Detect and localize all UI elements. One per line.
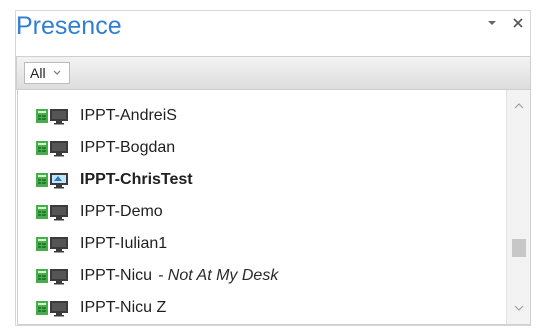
list-item[interactable]: IPPT-AndreiS <box>18 100 506 132</box>
list-item[interactable]: IPPT-Demo <box>18 196 506 228</box>
list-item[interactable]: IPPT-Nicu - Not At My Desk <box>18 260 506 292</box>
list-item-name: IPPT-Nicu Z <box>80 299 167 316</box>
list-item-name: IPPT-Demo <box>80 203 163 220</box>
phone-computer-icon <box>36 107 70 125</box>
phone-computer-icon <box>36 235 70 253</box>
close-icon[interactable] <box>510 15 526 31</box>
phone-computer-icon <box>36 267 70 285</box>
scroll-down-arrow[interactable] <box>507 298 531 318</box>
phone-computer-icon <box>36 203 70 221</box>
presence-list: IPPT-AndreiS IPPT-Bogdan IPPT-ChrisTest IPP… <box>17 90 531 325</box>
list-item[interactable]: IPPT-Bogdan <box>18 132 506 164</box>
chevron-down-icon <box>52 68 62 78</box>
filter-selected-label: All <box>30 65 46 81</box>
list-item-name: IPPT-Nicu <box>80 267 153 284</box>
vertical-scrollbar[interactable] <box>506 90 530 324</box>
phone-computer-ca-icon <box>36 171 70 189</box>
phone-computer-icon <box>36 299 70 317</box>
scrollbar-thumb[interactable] <box>512 239 526 257</box>
list-item-name: IPPT-AndreiS <box>80 107 177 124</box>
presence-list-items: IPPT-AndreiS IPPT-Bogdan IPPT-ChrisTest IPP… <box>18 90 506 324</box>
phone-computer-icon <box>36 139 70 157</box>
list-item[interactable]: IPPT-ChrisTest <box>18 164 506 196</box>
panel-menu-dropdown-icon[interactable] <box>484 15 500 31</box>
filter-dropdown[interactable]: All <box>24 62 70 84</box>
list-item-name: IPPT-Bogdan <box>80 139 176 156</box>
panel-controls <box>484 15 526 31</box>
list-item[interactable]: IPPT-Nicu Z <box>18 292 506 324</box>
list-item-name: IPPT-Iulian1 <box>80 235 168 252</box>
list-item[interactable]: IPPT-Iulian1 <box>18 228 506 260</box>
filter-bar: All <box>16 56 531 90</box>
list-item-name: IPPT-ChrisTest <box>80 171 193 188</box>
scroll-up-arrow[interactable] <box>507 96 531 116</box>
panel-title: Presence <box>16 12 122 40</box>
list-item-status-note: - Not At My Desk <box>158 267 279 284</box>
